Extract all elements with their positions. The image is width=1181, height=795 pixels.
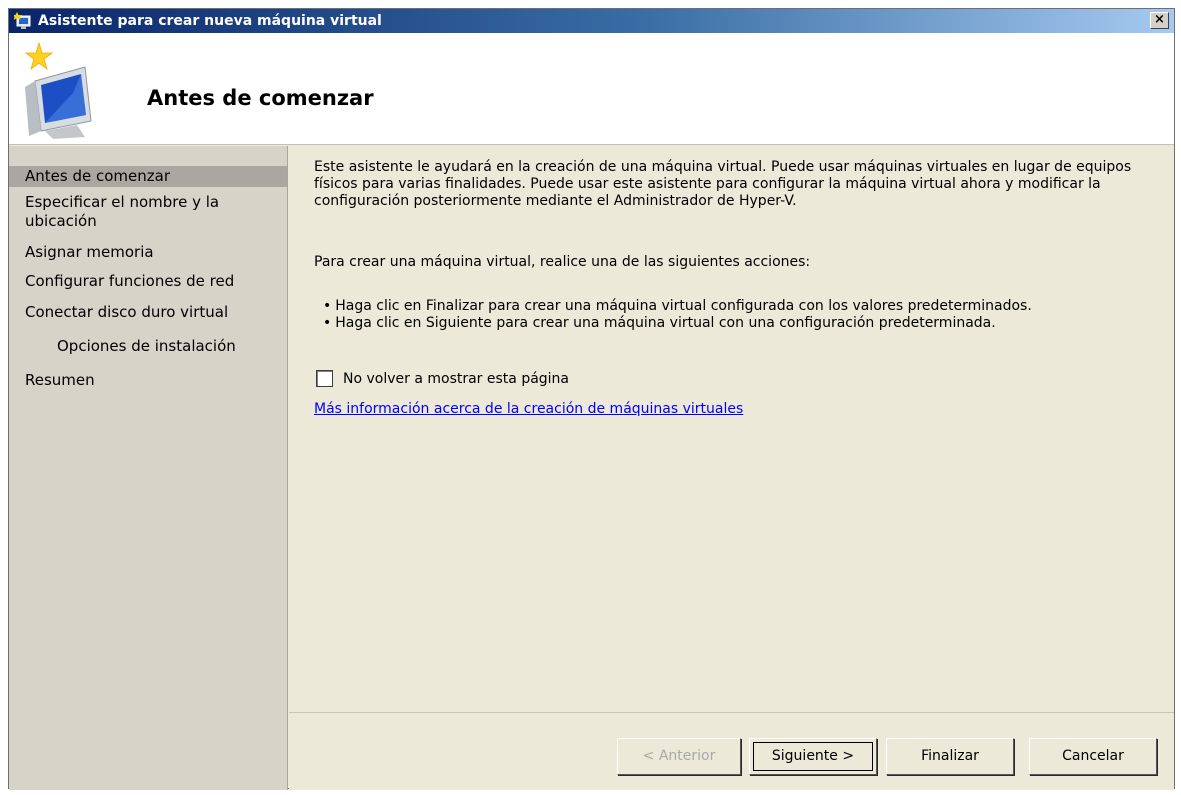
step-name-location[interactable]: Especificar el nombre y la ubicación	[9, 193, 259, 231]
action-list: Haga clic en Finalizar para crear una má…	[323, 298, 1173, 332]
dont-show-again-label[interactable]: No volver a mostrar esta página	[343, 371, 569, 387]
list-item: Haga clic en Finalizar para crear una má…	[323, 298, 1173, 315]
instruction-text: Para crear una máquina virtual, realice …	[314, 254, 811, 270]
wizard-step-sidebar: Antes de comenzar Especificar el nombre …	[9, 146, 288, 790]
virtual-machine-icon	[15, 41, 101, 139]
close-button[interactable]: ×	[1150, 12, 1169, 29]
wizard-footer: < Anterior Siguiente > Finalizar Cancela…	[289, 712, 1174, 790]
step-assign-memory[interactable]: Asignar memoria	[9, 243, 287, 262]
dont-show-again-row[interactable]: No volver a mostrar esta página	[316, 370, 569, 387]
dont-show-again-checkbox[interactable]	[316, 370, 333, 387]
cancel-button[interactable]: Cancelar	[1029, 738, 1157, 775]
step-summary[interactable]: Resumen	[9, 371, 287, 390]
step-configure-network[interactable]: Configurar funciones de red	[9, 272, 249, 291]
wizard-window: Asistente para crear nueva máquina virtu…	[8, 8, 1175, 790]
title-bar[interactable]: Asistente para crear nueva máquina virtu…	[9, 9, 1174, 33]
wizard-app-icon	[12, 12, 34, 30]
page-title: Antes de comenzar	[147, 86, 374, 110]
more-info-link[interactable]: Más información acerca de la creación de…	[314, 401, 743, 417]
step-before-you-begin[interactable]: Antes de comenzar	[9, 166, 287, 187]
wizard-content: Este asistente le ayudará en la creación…	[289, 146, 1174, 712]
wizard-header: Antes de comenzar	[9, 33, 1174, 145]
list-item: Haga clic en Siguiente para crear una má…	[323, 315, 1173, 332]
step-connect-vhd[interactable]: Conectar disco duro virtual	[9, 303, 287, 322]
finish-button[interactable]: Finalizar	[886, 738, 1014, 775]
intro-text: Este asistente le ayudará en la creación…	[314, 159, 1132, 209]
step-installation-options[interactable]: Opciones de instalación	[9, 337, 287, 356]
back-button[interactable]: < Anterior	[617, 738, 741, 775]
window-title: Asistente para crear nueva máquina virtu…	[38, 13, 382, 29]
next-button[interactable]: Siguiente >	[749, 738, 877, 775]
